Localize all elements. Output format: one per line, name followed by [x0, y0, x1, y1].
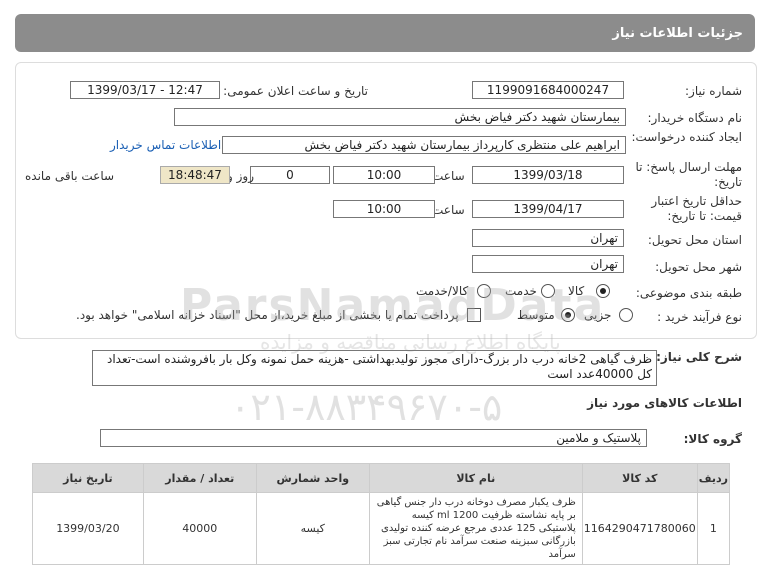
col-qty: تعداد / مقدار: [142, 463, 257, 493]
validity-time-label: ساعت: [432, 203, 465, 217]
need-number-label: شماره نیاز:: [685, 84, 742, 98]
watermark-logo: ParsNamadData: [180, 280, 606, 331]
need-number-field: 1199091684000247: [472, 81, 624, 99]
buyer-field: بیمارستان شهید دکتر فیاض بخش: [174, 108, 626, 126]
col-row: ردیف: [696, 463, 731, 493]
contact-buyer-link[interactable]: اطلاعات تماس خریدار: [110, 138, 221, 152]
deadline-time-label: ساعت: [432, 169, 465, 183]
goods-group-field: پلاستیک و ملامین: [100, 429, 647, 447]
remaining-time-field: 18:48:47: [160, 166, 230, 184]
cell-row: 1: [696, 492, 731, 565]
validity-date-field: 1399/04/17: [472, 200, 624, 218]
page: جزئیات اطلاعات نیاز شماره نیاز: 11990916…: [0, 0, 770, 565]
creator-label: ایجاد کننده درخواست:: [631, 130, 742, 144]
deadline-date-field: 1399/03/18: [472, 166, 624, 184]
deadline-time-field: 10:00: [333, 166, 435, 184]
goods-group-label: گروه کالا:: [683, 432, 742, 446]
remaining-label: ساعت باقی مانده: [25, 169, 115, 183]
description-field: ظرف گیاهی 2خانه درب دار بزرگ-دارای مجوز …: [92, 350, 657, 386]
col-unit: واحد شمارش: [255, 463, 370, 493]
cell-date: 1399/03/20: [32, 492, 144, 565]
cell-qty: 40000: [142, 492, 257, 565]
description-label: شرح کلی نیاز:: [656, 350, 742, 364]
province-label: استان محل تحویل:: [647, 233, 742, 247]
category-label: طبقه بندی موضوعی:: [635, 286, 742, 300]
cell-code: 1164290471780060: [581, 492, 698, 565]
col-date: تاریخ نیاز: [32, 463, 144, 493]
cell-unit: کیسه: [255, 492, 370, 565]
col-code: کد کالا: [581, 463, 698, 493]
goods-table: ردیف کد کالا نام کالا واحد شمارش تعداد /…: [32, 463, 731, 565]
validity-label: حداقل تاریخ اعتبار قیمت: تا تاریخ:: [651, 194, 742, 223]
creator-field: ابراهیم علی منتظری کارپرداز بیمارستان شه…: [222, 136, 626, 154]
process-label: نوع فرآیند خرید :: [657, 310, 742, 324]
province-field: تهران: [472, 229, 624, 247]
announce-label: تاریخ و ساعت اعلان عمومی:: [223, 84, 368, 98]
buyer-label: نام دستگاه خریدار:: [647, 111, 743, 125]
city-field: تهران: [472, 255, 624, 273]
city-label: شهر محل تحویل:: [655, 260, 742, 274]
validity-time-field: 10:00: [333, 200, 435, 218]
days-label: روز و: [227, 169, 254, 183]
days-field: 0: [250, 166, 330, 184]
cell-name: ظرف یکبار مصرف دوخانه درب دار جنس گیاهی …: [368, 492, 583, 565]
page-title: جزئیات اطلاعات نیاز: [612, 26, 743, 41]
page-header: جزئیات اطلاعات نیاز: [15, 14, 755, 52]
goods-section-title: اطلاعات کالاهای مورد نیاز: [587, 396, 742, 410]
table-row: 1 1164290471780060 ظرف یکبار مصرف دوخانه…: [32, 492, 731, 565]
goods-table-header: ردیف کد کالا نام کالا واحد شمارش تعداد /…: [32, 463, 731, 493]
col-name: نام کالا: [368, 463, 583, 493]
deadline-label: مهلت ارسال پاسخ: تا تاریخ:: [635, 160, 742, 189]
process-radio-minor[interactable]: [619, 308, 633, 322]
watermark-phone: ۰۲۱-۸۸۳۴۹۶۷۰-۵: [230, 385, 503, 429]
announce-field: 1399/03/17 - 12:47: [70, 81, 220, 99]
